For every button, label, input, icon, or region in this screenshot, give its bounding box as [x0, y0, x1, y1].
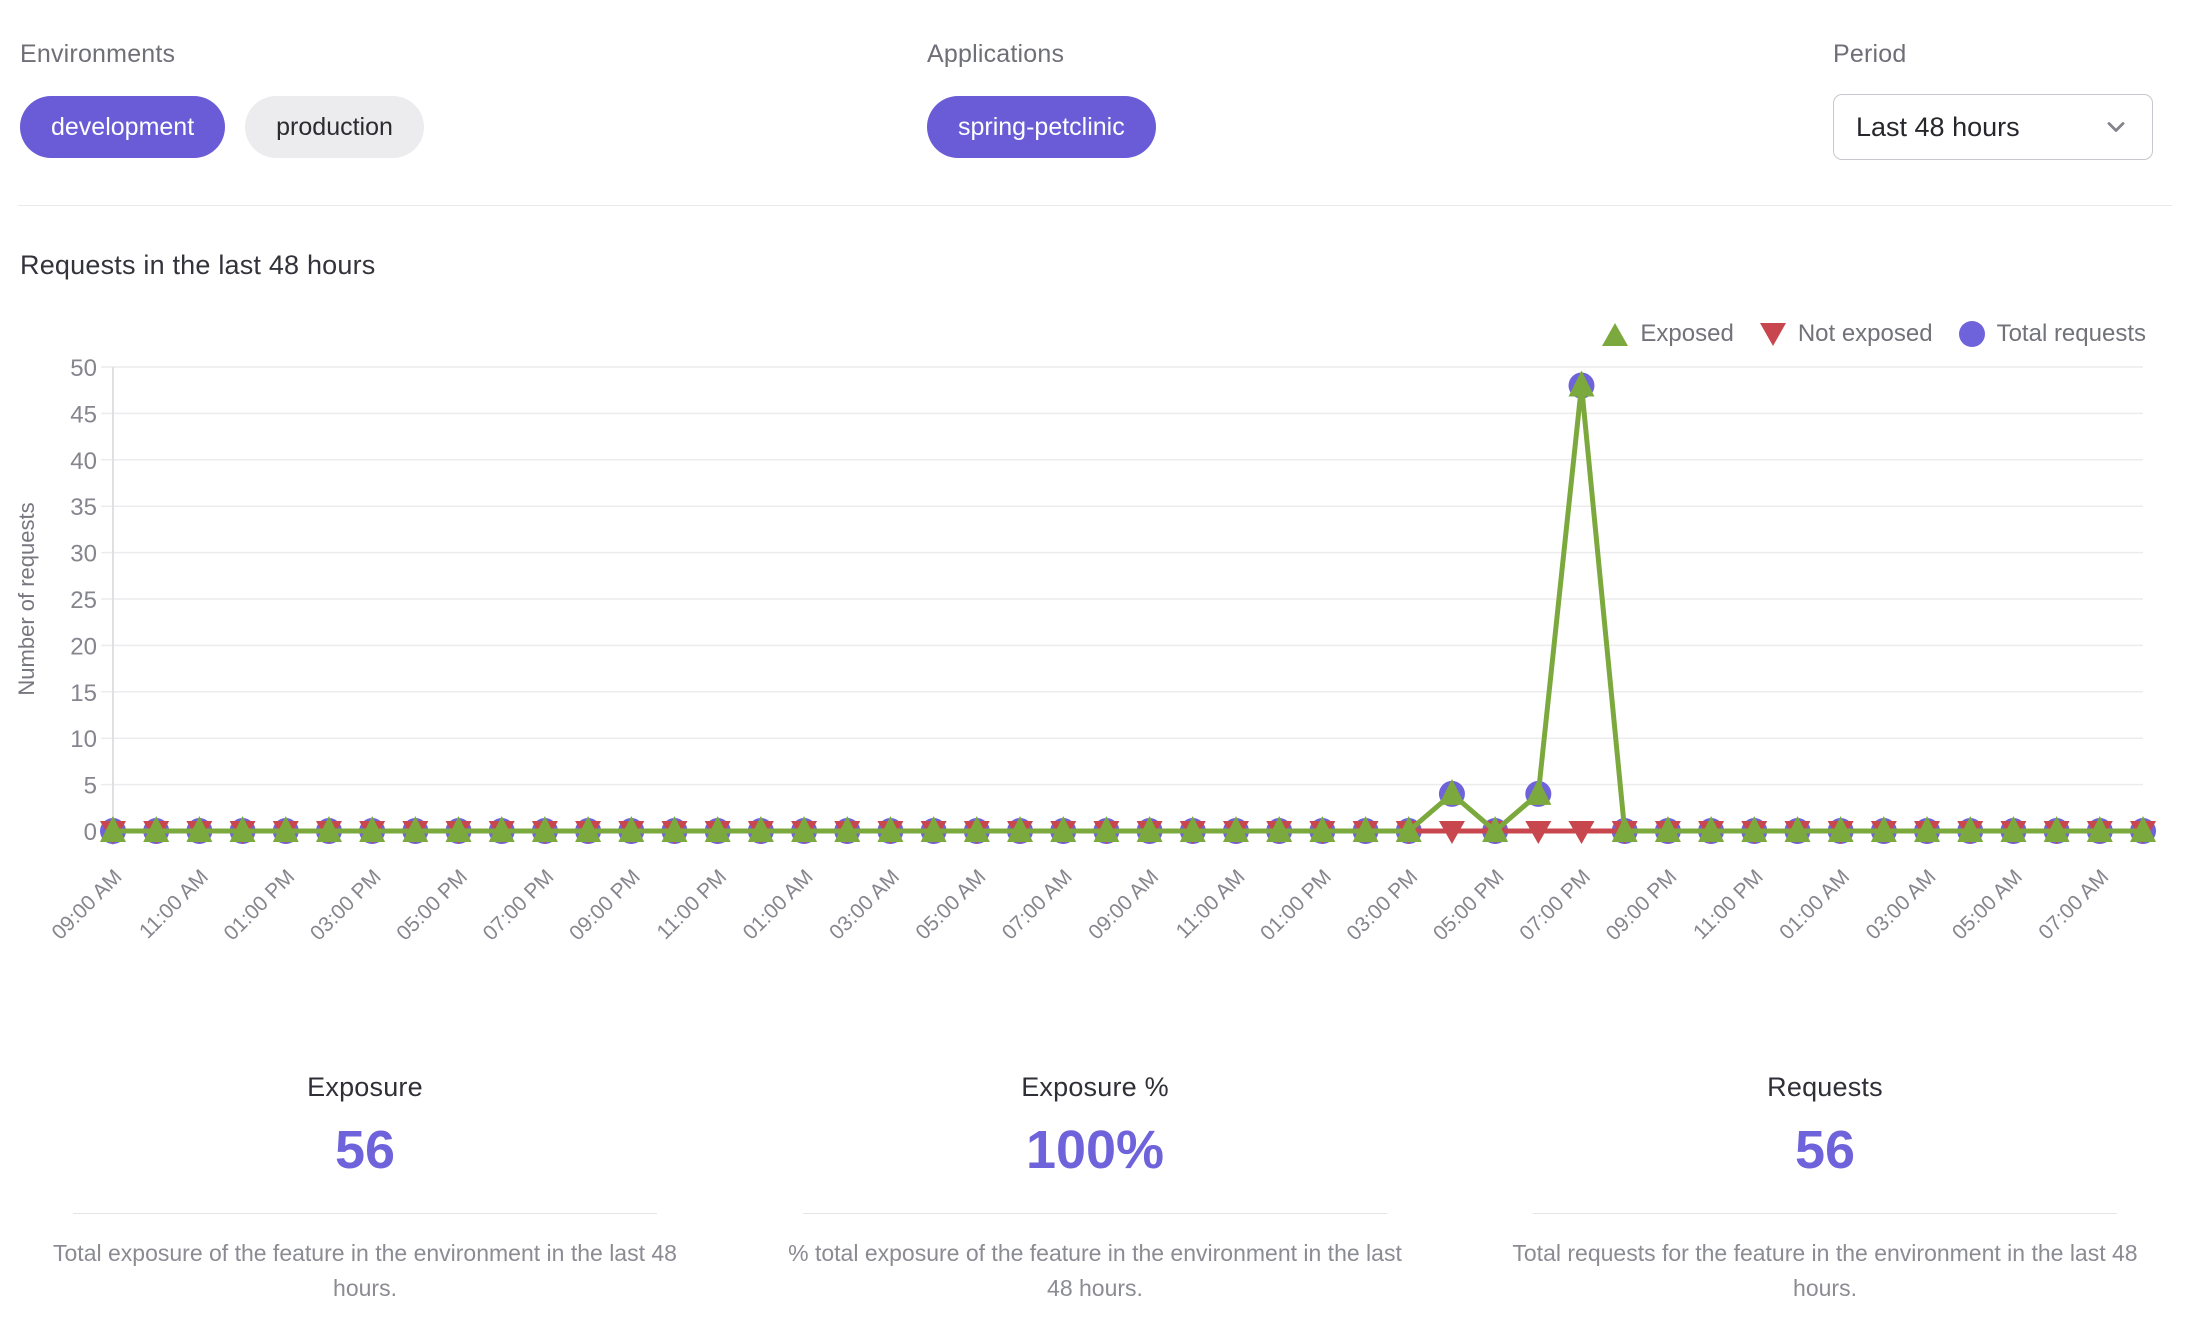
svg-text:05:00 PM: 05:00 PM: [392, 865, 472, 945]
stat-divider: [1533, 1213, 2117, 1214]
svg-text:03:00 PM: 03:00 PM: [306, 865, 386, 945]
requests-line-chart: 0 5 10 15 20 25 30 35 40 45 50 Number of requests 09…: [0, 0, 2190, 1010]
stat-card-requests: Requests 56 Total requests for the featu…: [1460, 1072, 2190, 1305]
svg-text:50: 50: [70, 355, 97, 382]
svg-text:05:00 PM: 05:00 PM: [1429, 865, 1509, 945]
svg-text:07:00 PM: 07:00 PM: [1515, 865, 1595, 945]
svg-text:01:00 PM: 01:00 PM: [1256, 865, 1336, 945]
svg-text:11:00 PM: 11:00 PM: [652, 865, 731, 944]
stat-card-exposure: Exposure 56 Total exposure of the featur…: [0, 1072, 730, 1305]
svg-text:05:00 AM: 05:00 AM: [911, 865, 990, 944]
svg-text:01:00 AM: 01:00 AM: [1775, 865, 1854, 944]
svg-text:5: 5: [84, 773, 97, 800]
svg-text:40: 40: [70, 448, 97, 475]
svg-text:45: 45: [70, 401, 97, 428]
svg-text:07:00 AM: 07:00 AM: [998, 865, 1077, 944]
svg-text:07:00 AM: 07:00 AM: [2034, 865, 2113, 944]
svg-text:03:00 PM: 03:00 PM: [1342, 865, 1422, 945]
svg-text:11:00 PM: 11:00 PM: [1689, 865, 1768, 944]
svg-text:20: 20: [70, 633, 97, 660]
svg-text:03:00 AM: 03:00 AM: [1862, 865, 1941, 944]
feature-metrics-dashboard: Environments development production Appl…: [0, 0, 2190, 1340]
stat-title: Requests: [1767, 1072, 1883, 1103]
stat-divider: [803, 1213, 1387, 1214]
stat-description: Total requests for the feature in the en…: [1505, 1236, 2145, 1305]
stat-description: Total exposure of the feature in the env…: [45, 1236, 685, 1305]
svg-text:15: 15: [70, 680, 97, 707]
svg-text:05:00 AM: 05:00 AM: [1948, 865, 2027, 944]
svg-text:09:00 AM: 09:00 AM: [48, 865, 127, 944]
stat-divider: [73, 1213, 657, 1214]
svg-text:11:00 AM: 11:00 AM: [135, 865, 213, 943]
stat-card-exposure-percent: Exposure % 100% % total exposure of the …: [730, 1072, 1460, 1305]
stat-value: 100%: [1026, 1119, 1164, 1181]
stat-value: 56: [1795, 1119, 1855, 1181]
svg-text:25: 25: [70, 587, 97, 614]
svg-text:Number of requests: Number of requests: [14, 502, 39, 695]
stat-value: 56: [335, 1119, 395, 1181]
stat-title: Exposure %: [1021, 1072, 1169, 1103]
svg-text:01:00 AM: 01:00 AM: [739, 865, 818, 944]
svg-text:01:00 PM: 01:00 PM: [219, 865, 299, 945]
stat-description: % total exposure of the feature in the e…: [775, 1236, 1415, 1305]
svg-text:0: 0: [84, 819, 97, 846]
svg-text:11:00 AM: 11:00 AM: [1172, 865, 1250, 943]
svg-text:09:00 PM: 09:00 PM: [1602, 865, 1682, 945]
svg-text:10: 10: [70, 726, 97, 753]
svg-text:03:00 AM: 03:00 AM: [825, 865, 904, 944]
svg-text:09:00 PM: 09:00 PM: [565, 865, 645, 945]
svg-text:35: 35: [70, 494, 97, 521]
summary-stats: Exposure 56 Total exposure of the featur…: [0, 1072, 2190, 1305]
svg-text:07:00 PM: 07:00 PM: [479, 865, 559, 945]
svg-text:09:00 AM: 09:00 AM: [1084, 865, 1163, 944]
stat-title: Exposure: [307, 1072, 423, 1103]
svg-text:30: 30: [70, 541, 97, 568]
